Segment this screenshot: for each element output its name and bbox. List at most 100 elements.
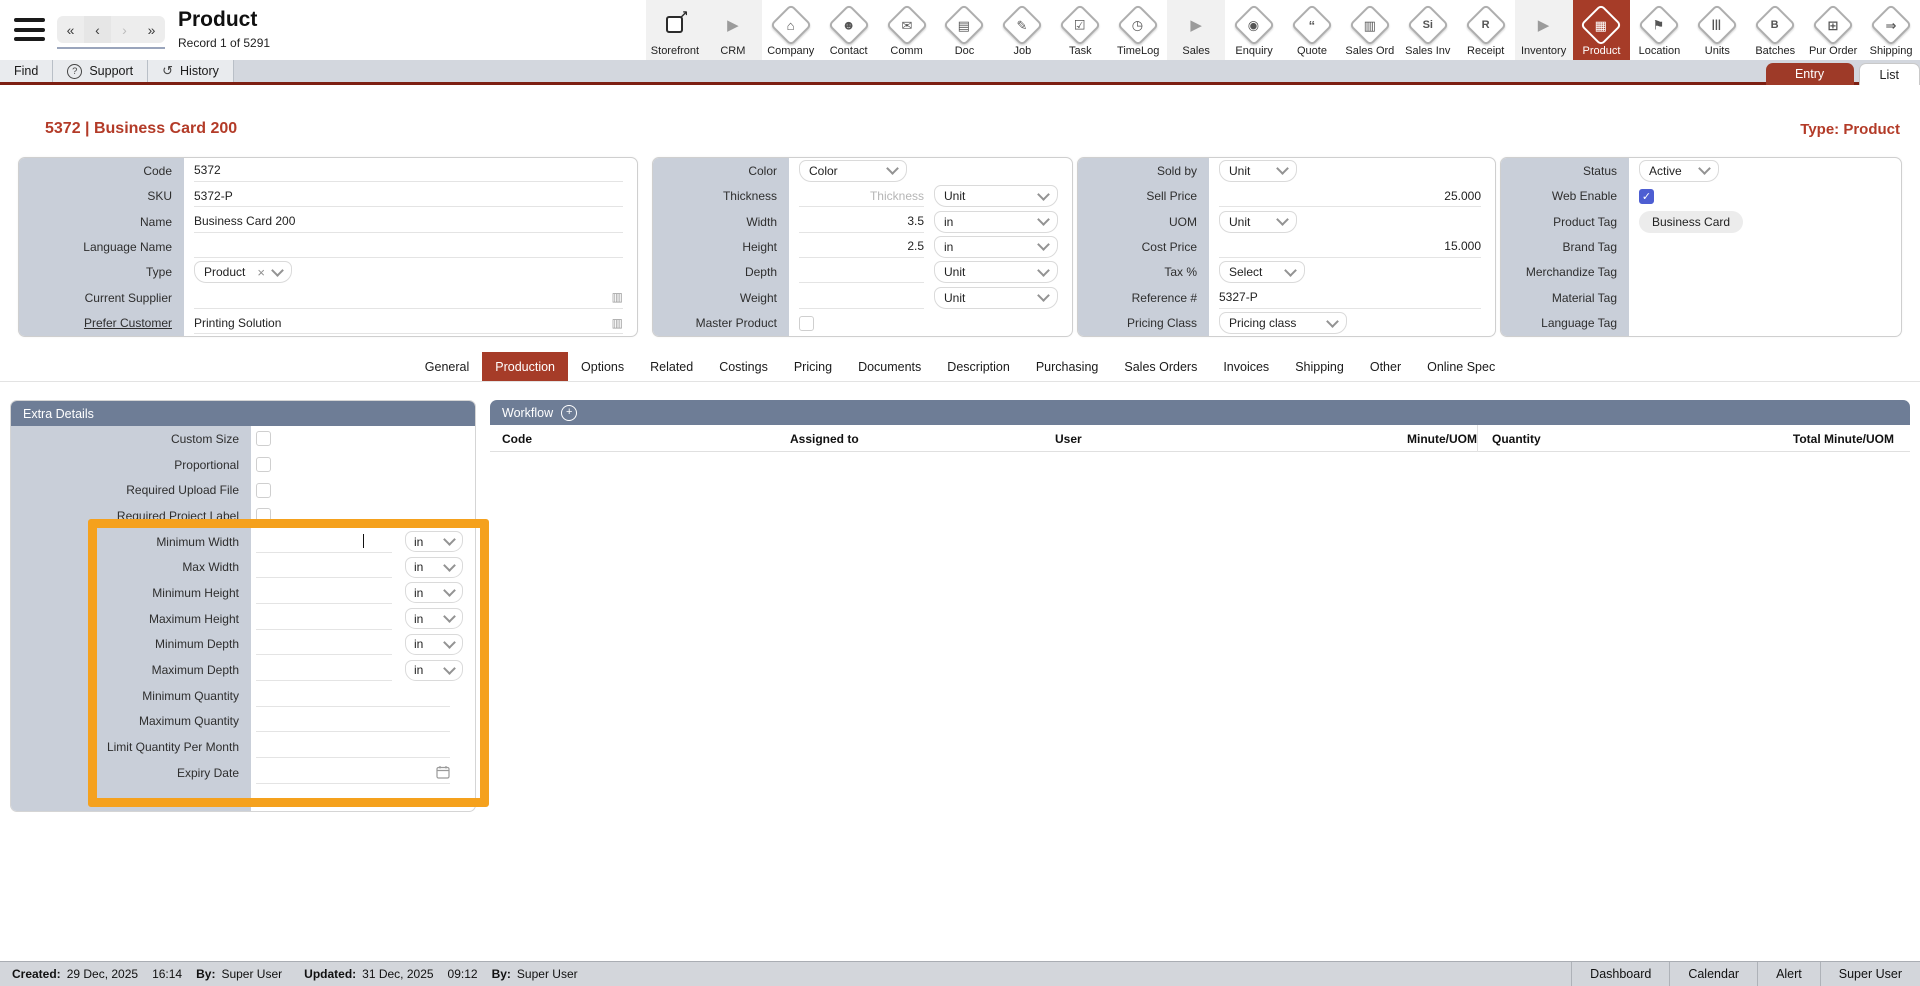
tab-production[interactable]: Production [482,352,568,381]
proportional-checkbox[interactable] [256,457,271,472]
toolbar-item-company[interactable]: ⌂ Company [762,0,820,60]
prefer-customer-input[interactable]: Printing Solution▥ [194,312,623,334]
list-view-tab[interactable]: List [1859,63,1920,85]
depth-input[interactable] [799,261,924,283]
type-select[interactable]: Product × [194,261,292,283]
hamburger-menu-icon[interactable] [14,18,45,41]
custom-size-checkbox[interactable] [256,431,271,446]
maximum-quantity-input[interactable] [256,710,450,732]
tab-online-spec[interactable]: Online Spec [1414,352,1508,381]
tab-options[interactable]: Options [568,352,637,381]
color-select[interactable]: Color [799,160,907,182]
column-header[interactable]: Total Minute/UOM [1607,425,1894,452]
depth-unit-select[interactable]: Unit [934,261,1058,283]
tab-description[interactable]: Description [934,352,1023,381]
toolbar-item-shipping[interactable]: ⇒ Shipping [1862,0,1920,60]
tax-select[interactable]: Select [1219,261,1305,283]
height-input[interactable]: 2.5 [799,236,924,258]
minimum-depth-unit-select[interactable]: in [405,634,463,655]
weight-input[interactable] [799,287,924,309]
minimum-width-unit-select[interactable]: in [405,531,463,552]
maximum-height-unit-select[interactable]: in [405,608,463,629]
find-menu-item[interactable]: Find [0,60,53,82]
max-width-input[interactable] [256,556,392,578]
toolbar-item-timelog[interactable]: ◷ TimeLog [1109,0,1167,60]
limit-quantity-per-month-input[interactable] [256,736,450,758]
tab-documents[interactable]: Documents [845,352,934,381]
tab-related[interactable]: Related [637,352,706,381]
first-record-button[interactable]: « [57,16,84,43]
thickness-unit-select[interactable]: Unit [934,185,1058,207]
cost-price-input[interactable]: 15.000 [1219,236,1481,258]
height-unit-select[interactable]: in [934,236,1058,258]
calendar-icon[interactable] [436,765,450,779]
toolbar-item-crm[interactable]: ▶ CRM [704,0,762,60]
width-input[interactable]: 3.5 [799,211,924,233]
toolbar-item-storefront[interactable]: ↗ Storefront [646,0,704,60]
previous-record-button[interactable]: ‹ [84,16,111,43]
toolbar-item-contact[interactable]: ☻ Contact [820,0,878,60]
max-width-unit-select[interactable]: in [405,557,463,578]
column-header[interactable]: User [1055,425,1190,452]
required-upload-file-checkbox[interactable] [256,483,271,498]
building-icon[interactable]: ▥ [612,316,623,330]
add-workflow-icon[interactable]: + [561,405,577,421]
dashboard-link[interactable]: Dashboard [1571,962,1669,986]
name-input[interactable]: Business Card 200 [194,211,623,233]
toolbar-item-quote[interactable]: “ Quote [1283,0,1341,60]
toolbar-item-pur-order[interactable]: ⊞ Pur Order [1804,0,1862,60]
toolbar-item-job[interactable]: ✎ Job [993,0,1051,60]
maximum-depth-input[interactable] [256,659,392,681]
weight-unit-select[interactable]: Unit [934,287,1058,309]
history-menu-item[interactable]: ↺ History [148,60,234,82]
minimum-height-input[interactable] [256,582,392,604]
minimum-width-input[interactable] [256,531,392,553]
tab-costings[interactable]: Costings [706,352,781,381]
toolbar-item-inventory[interactable]: ▶ Inventory [1515,0,1573,60]
toolbar-item-receipt[interactable]: R Receipt [1457,0,1515,60]
code-input[interactable]: 5372 [194,160,623,182]
required-project-label-checkbox[interactable] [256,508,271,523]
toolbar-item-sales-ord[interactable]: ▥ Sales Ord [1341,0,1399,60]
reference-input[interactable]: 5327-P [1219,287,1481,309]
entry-view-tab[interactable]: Entry [1766,63,1854,85]
tab-invoices[interactable]: Invoices [1210,352,1282,381]
minimum-quantity-input[interactable] [256,685,450,707]
toolbar-item-batches[interactable]: B Batches [1746,0,1804,60]
column-header[interactable]: Minute/UOM [1190,425,1477,452]
uom-select[interactable]: Unit [1219,211,1297,233]
column-header[interactable]: Code [502,425,790,452]
toolbar-item-location[interactable]: ⚑ Location [1630,0,1688,60]
last-record-button[interactable]: » [138,16,165,43]
minimum-height-unit-select[interactable]: in [405,582,463,603]
tab-general[interactable]: General [412,352,482,381]
expiry-date-input[interactable] [256,762,450,784]
maximum-height-input[interactable] [256,608,392,630]
toolbar-item-sales[interactable]: ▶ Sales [1167,0,1225,60]
support-menu-item[interactable]: ? Support [53,60,148,82]
web-enable-checkbox[interactable]: ✓ [1639,189,1654,204]
next-record-button[interactable]: › [111,16,138,43]
toolbar-item-enquiry[interactable]: ◉ Enquiry [1225,0,1283,60]
user-menu[interactable]: Super User [1820,962,1920,986]
maximum-depth-unit-select[interactable]: in [405,660,463,681]
toolbar-item-product[interactable]: ▦ Product [1573,0,1631,60]
alert-link[interactable]: Alert [1757,962,1820,986]
sell-price-input[interactable]: 25.000 [1219,185,1481,207]
pricing-class-select[interactable]: Pricing class [1219,312,1347,334]
toolbar-item-doc[interactable]: ▤ Doc [936,0,994,60]
tab-pricing[interactable]: Pricing [781,352,845,381]
building-icon[interactable]: ▥ [612,290,623,304]
tab-shipping[interactable]: Shipping [1282,352,1357,381]
minimum-depth-input[interactable] [256,633,392,655]
tab-purchasing[interactable]: Purchasing [1023,352,1112,381]
product-tag-chip[interactable]: Business Card [1639,211,1743,233]
column-header[interactable]: Assigned to [790,425,1055,452]
current-supplier-input[interactable]: ▥ [194,287,623,309]
calendar-link[interactable]: Calendar [1669,962,1757,986]
sold-by-select[interactable]: Unit [1219,160,1297,182]
toolbar-item-task[interactable]: ☑ Task [1051,0,1109,60]
prefer-customer-link[interactable]: Prefer Customer [19,316,184,330]
toolbar-item-sales-inv[interactable]: Si Sales Inv [1399,0,1457,60]
thickness-input[interactable]: Thickness [799,185,924,207]
